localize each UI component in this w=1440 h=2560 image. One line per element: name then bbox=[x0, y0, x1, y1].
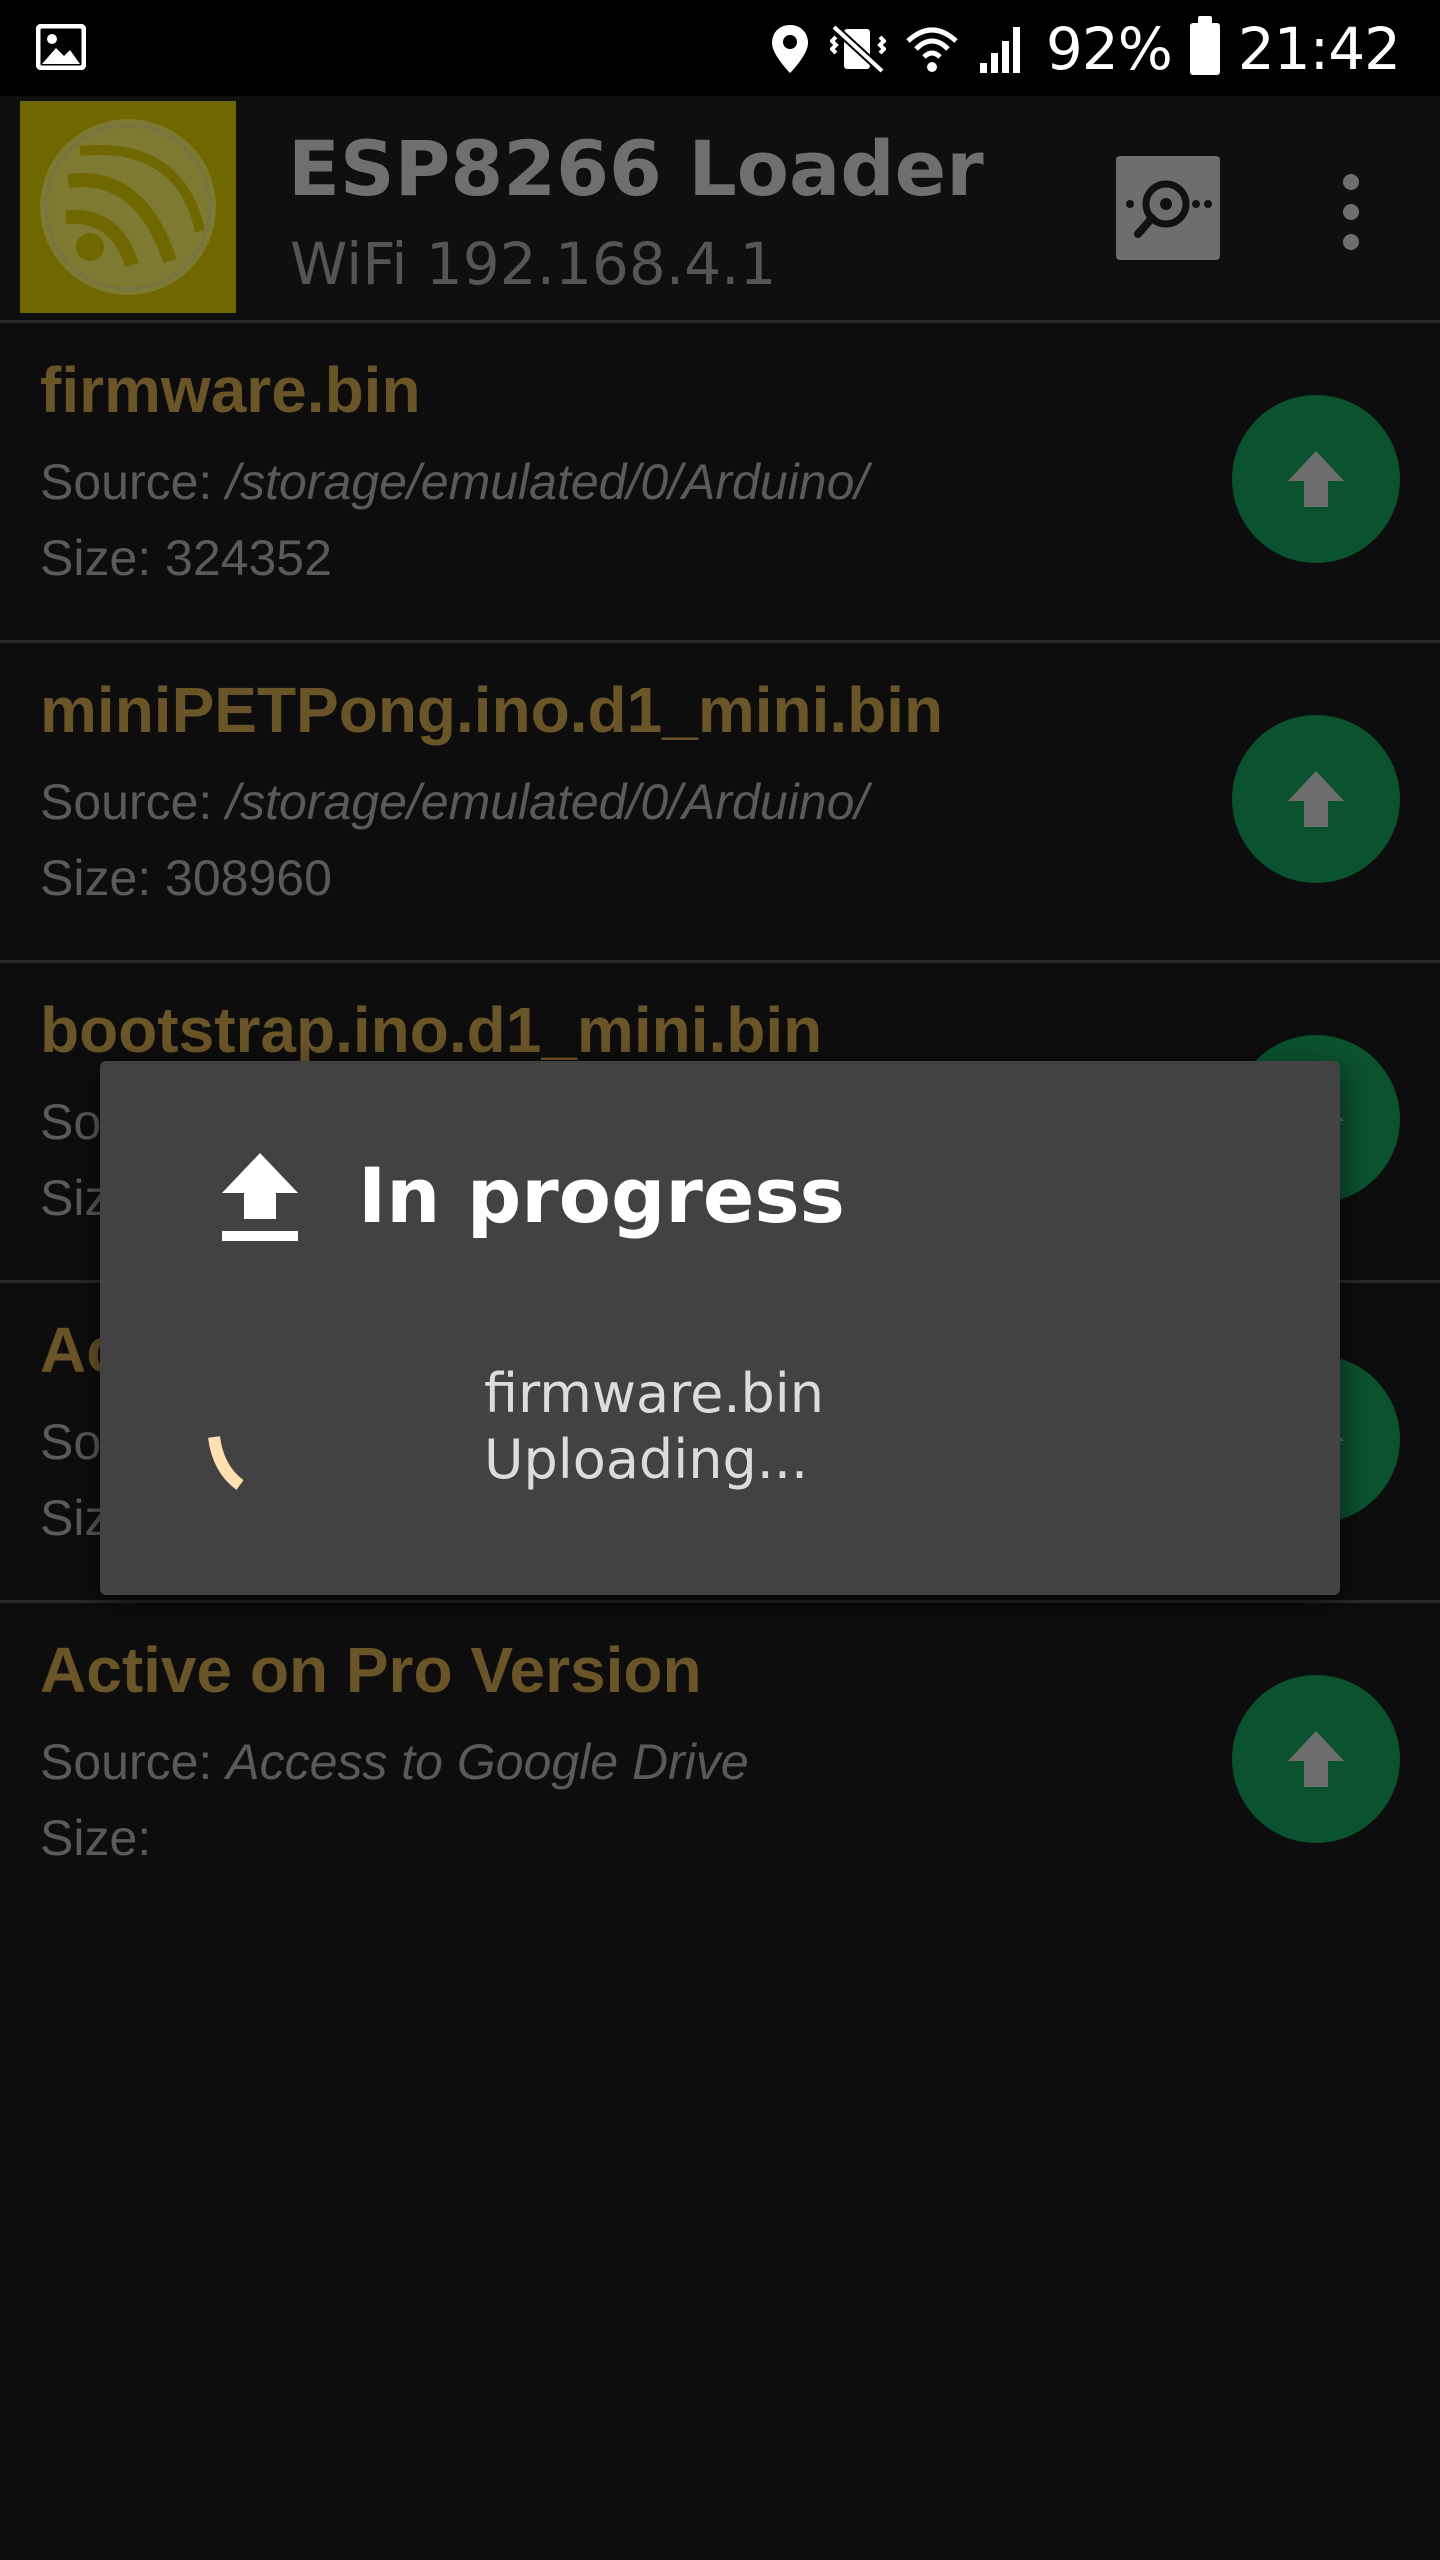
more-vert-icon bbox=[1326, 174, 1376, 250]
dialog-message: firmware.bin Uploading... bbox=[484, 1361, 824, 1493]
arrow-up-icon bbox=[1288, 1731, 1344, 1787]
arrow-up-icon bbox=[1288, 771, 1344, 827]
more-options-button[interactable] bbox=[1326, 168, 1376, 250]
source-path: /storage/emulated/0/Arduino/ bbox=[226, 454, 869, 510]
status-time: 21:42 bbox=[1237, 15, 1401, 83]
upload-button[interactable] bbox=[1232, 1675, 1400, 1843]
upload-button[interactable] bbox=[1232, 395, 1400, 563]
espressif-logo-icon bbox=[40, 119, 216, 295]
app-bar: ESP8266 Loader WiFi 192.168.4.1 bbox=[0, 96, 1440, 323]
arrow-up-icon bbox=[1288, 451, 1344, 507]
progress-dialog: In progress firmware.bin Uploading... bbox=[100, 1061, 1340, 1595]
battery-icon bbox=[1189, 16, 1220, 75]
file-item[interactable]: Active on Pro Version Source: Access to … bbox=[0, 1603, 1440, 1920]
progress-spinner bbox=[208, 1436, 244, 1490]
file-source: Source: /storage/emulated/0/Arduino/ bbox=[40, 453, 868, 511]
search-device-icon bbox=[1126, 180, 1212, 238]
vibrate-mute-icon bbox=[829, 24, 886, 74]
file-size: Size: 308960 bbox=[40, 850, 332, 906]
wifi-icon bbox=[906, 27, 958, 72]
file-source: Source: /storage/emulated/0/Arduino/ bbox=[40, 773, 868, 831]
file-size: Size: bbox=[40, 1810, 152, 1866]
source-label: Source: bbox=[40, 774, 227, 830]
app-title: ESP8266 Loader bbox=[288, 124, 984, 213]
source-path: /storage/emulated/0/Arduino/ bbox=[226, 774, 869, 830]
file-name: firmware.bin bbox=[40, 354, 421, 426]
file-source: So bbox=[40, 1413, 101, 1471]
source-label: So bbox=[40, 1094, 102, 1150]
signal-icon bbox=[979, 27, 1020, 73]
file-item[interactable]: miniPETPong.ino.d1_mini.bin Source: /sto… bbox=[0, 643, 1440, 963]
file-source: Source: Access to Google Drive bbox=[40, 1733, 749, 1791]
source-label: So bbox=[40, 1414, 102, 1470]
upload-button[interactable] bbox=[1232, 715, 1400, 883]
file-item[interactable]: firmware.bin Source: /storage/emulated/0… bbox=[0, 323, 1440, 643]
status-icons: 92% 21:42 bbox=[768, 14, 1401, 84]
location-icon bbox=[771, 25, 808, 73]
file-name: Active on Pro Version bbox=[40, 1634, 702, 1706]
screen: 92% 21:42 ESP8266 Loader WiFi 192.168.4.… bbox=[0, 0, 1440, 2560]
connection-subtitle: WiFi 192.168.4.1 bbox=[290, 230, 777, 298]
file-size: Size: 324352 bbox=[40, 530, 332, 586]
source-path: Access to Google Drive bbox=[226, 1734, 749, 1790]
upload-icon bbox=[222, 1153, 298, 1241]
app-logo bbox=[20, 101, 236, 313]
dialog-file-name: firmware.bin bbox=[484, 1362, 825, 1425]
battery-percent: 92% bbox=[1045, 15, 1173, 83]
search-device-button[interactable] bbox=[1116, 156, 1220, 260]
image-icon bbox=[36, 24, 86, 70]
dialog-title: In progress bbox=[358, 1151, 845, 1240]
source-label: Source: bbox=[40, 454, 227, 510]
file-name: miniPETPong.ino.d1_mini.bin bbox=[40, 674, 944, 746]
status-bar: 92% 21:42 bbox=[0, 0, 1440, 96]
file-source: So bbox=[40, 1093, 101, 1151]
file-name: bootstrap.ino.d1_mini.bin bbox=[40, 994, 823, 1066]
source-label: Source: bbox=[40, 1734, 227, 1790]
dialog-status: Uploading... bbox=[484, 1428, 809, 1491]
